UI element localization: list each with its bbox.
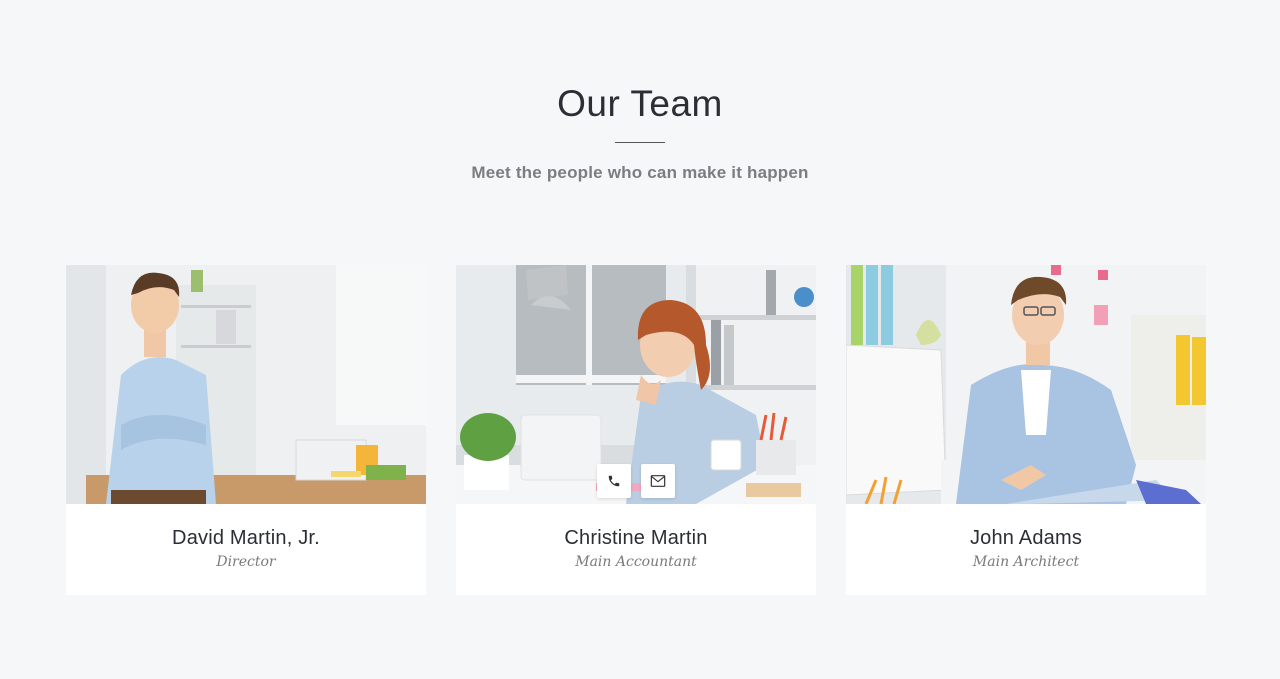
social-buttons bbox=[597, 464, 675, 498]
phone-button[interactable] bbox=[597, 464, 631, 498]
title-divider bbox=[615, 142, 665, 143]
member-info: John Adams Main Architect bbox=[846, 504, 1206, 570]
team-photo-christine-martin bbox=[456, 265, 816, 504]
section-subtitle: Meet the people who can make it happen bbox=[471, 163, 809, 182]
member-role: Director bbox=[216, 554, 276, 570]
section-heading: Our Team Meet the people who can make it… bbox=[0, 80, 1280, 183]
member-name: John Adams bbox=[969, 527, 1083, 549]
member-role: Main Accountant bbox=[575, 554, 697, 570]
phone-icon bbox=[608, 475, 620, 487]
team-card-john-adams[interactable]: John Adams Main Architect bbox=[846, 265, 1206, 595]
member-name: David Martin, Jr. bbox=[172, 527, 320, 549]
team-section: Our Team Meet the people who can make it… bbox=[0, 0, 1280, 679]
email-button[interactable] bbox=[641, 464, 675, 498]
section-title: Our Team bbox=[557, 83, 723, 124]
member-info: Christine Martin Main Accountant bbox=[456, 504, 816, 570]
member-info: David Martin, Jr. Director bbox=[66, 504, 426, 570]
team-photo-david-martin bbox=[66, 265, 426, 504]
envelope-icon bbox=[650, 475, 666, 487]
member-role: Main Architect bbox=[972, 554, 1080, 570]
team-card-christine-martin[interactable]: Christine Martin Main Accountant bbox=[456, 265, 816, 595]
team-card-david-martin[interactable]: David Martin, Jr. Director bbox=[66, 265, 426, 595]
member-name: Christine Martin bbox=[564, 527, 708, 549]
team-photo-john-adams bbox=[846, 265, 1206, 504]
